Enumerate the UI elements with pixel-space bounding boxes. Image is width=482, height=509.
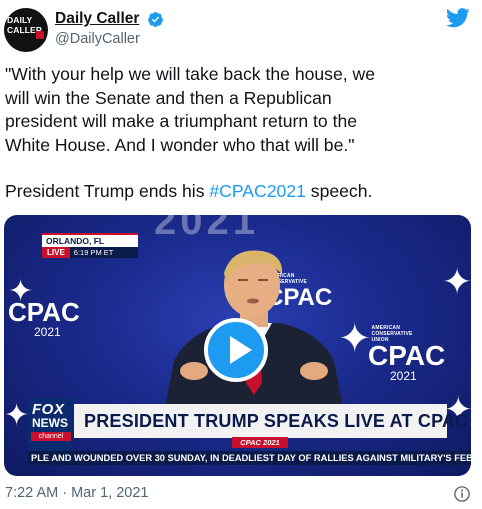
location-badge: ORLANDO, FL LIVE 6:19 PM ET xyxy=(42,233,138,258)
sub-tag: CPAC 2021 xyxy=(232,437,288,448)
fox-logo-top: FOX xyxy=(32,401,65,418)
cpac-logo-right: ✦ AMERICAN CONSERVATIVE UNION CPAC 2021 xyxy=(338,319,445,383)
live-row: LIVE 6:19 PM ET xyxy=(42,247,138,258)
location-text: ORLANDO, FL xyxy=(42,233,138,247)
live-label: LIVE xyxy=(42,247,70,258)
hashtag-link[interactable]: #CPAC2021 xyxy=(209,181,306,201)
avatar[interactable]: DAILY CALLER xyxy=(4,8,48,52)
info-icon[interactable] xyxy=(453,485,471,503)
cpac-word-right: CPAC xyxy=(368,340,446,371)
tweet-text: "With your help we will take back the ho… xyxy=(5,63,475,204)
fox-news-logo: FOX NEWS channel xyxy=(28,398,74,452)
cpac-year-right: 2021 xyxy=(390,369,417,383)
star-icon: ✦ xyxy=(4,399,30,432)
cpac-logo-bottom-left: ✦ xyxy=(4,401,29,431)
quote-line-1: "With your help we will take back the ho… xyxy=(5,64,376,84)
news-ticker: PLE AND WOUNDED OVER 30 SUNDAY, IN DEADL… xyxy=(28,451,471,465)
news-headline: PRESIDENT TRUMP SPEAKS LIVE AT CPAC xyxy=(84,411,469,431)
play-icon xyxy=(230,336,252,364)
fox-logo-mid: NEWS xyxy=(32,416,68,430)
stage-banner-text: 2021 xyxy=(154,215,259,243)
cpac-word-left: CPAC xyxy=(8,297,80,327)
lower-third: FOX NEWS channel PRESIDENT TRUMP SPEAKS … xyxy=(28,398,468,452)
caption-after: speech. xyxy=(305,181,373,202)
video-player[interactable]: 2021 ✦ CPAC 2021 AMERICAN CONSERVATIVE C… xyxy=(4,215,471,476)
twitter-bird-icon[interactable] xyxy=(446,8,470,28)
quote-line-4: White House. And I wonder who that will … xyxy=(5,134,355,155)
cpac-year-left: 2021 xyxy=(34,325,61,339)
cpac-logo-far-right: ✦ xyxy=(442,261,471,302)
fox-logo-bottom: channel xyxy=(31,432,71,441)
tweet-header: DAILY CALLER Daily Caller @DailyCaller xyxy=(4,6,478,52)
handle[interactable]: @DailyCaller xyxy=(55,31,164,47)
display-name[interactable]: Daily Caller xyxy=(55,10,139,28)
caption-before: President Trump ends his xyxy=(5,181,210,202)
verified-badge-icon xyxy=(147,11,163,27)
star-icon: ✦ xyxy=(442,261,471,302)
tweet-footer: 7:22 AM · Mar 1, 2021 xyxy=(5,485,475,503)
live-time: 6:19 PM ET xyxy=(73,248,114,257)
cpac-logo-left: ✦ CPAC 2021 xyxy=(8,277,80,340)
play-button[interactable] xyxy=(204,318,268,382)
quote-line-3: president will make a triumphant return … xyxy=(5,111,358,132)
author-block: Daily Caller @DailyCaller xyxy=(55,10,164,47)
flag-icon xyxy=(36,31,44,39)
caption: President Trump ends his #CPAC2021 speec… xyxy=(5,180,475,204)
timestamp[interactable]: 7:22 AM · Mar 1, 2021 xyxy=(5,485,148,501)
quote-line-2: will win the Senate and then a Republica… xyxy=(5,87,332,108)
